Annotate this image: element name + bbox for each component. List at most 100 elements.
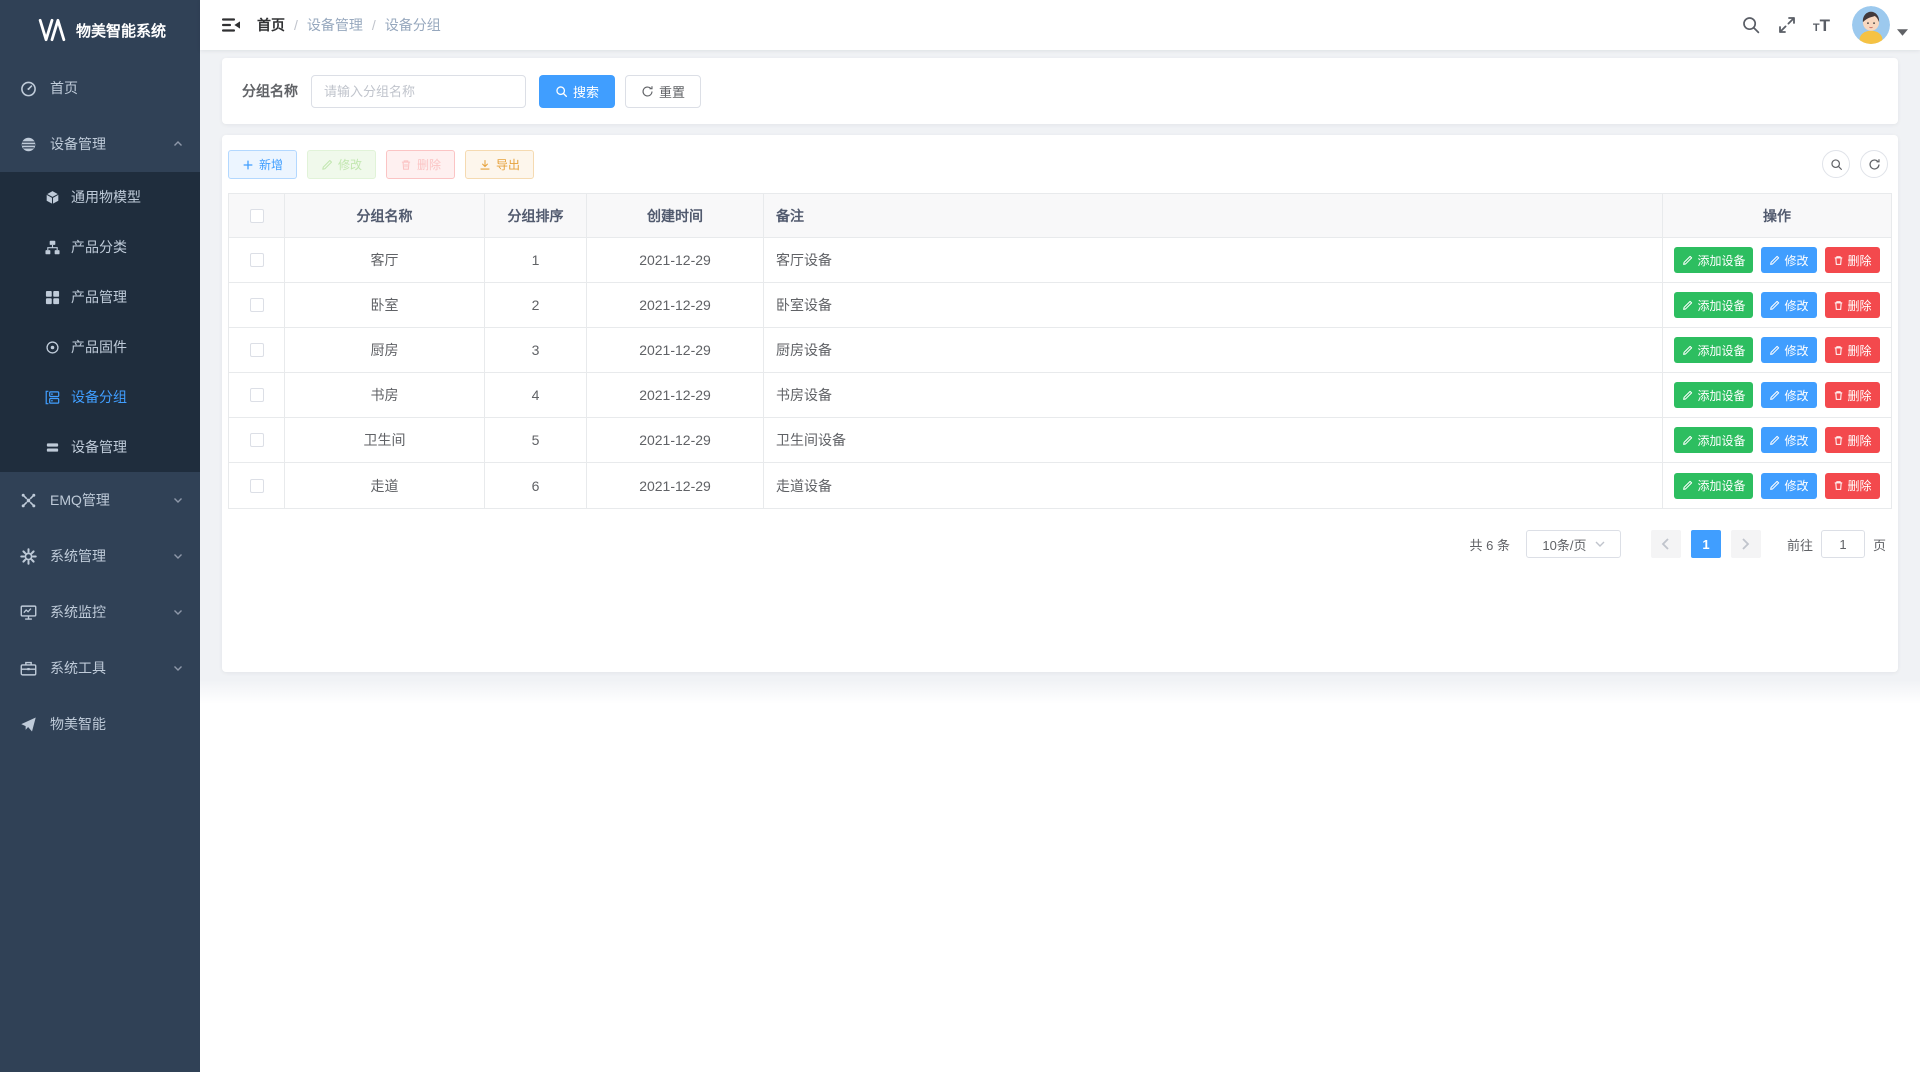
row-delete-button[interactable]: 删除 xyxy=(1825,382,1880,408)
sidebar-item-system-management[interactable]: 系统管理 xyxy=(0,528,200,584)
row-checkbox[interactable] xyxy=(250,433,264,447)
chevron-down-icon xyxy=(172,550,184,562)
add-device-label: 添加设备 xyxy=(1697,297,1745,314)
search-icon[interactable] xyxy=(1741,15,1761,35)
sidebar-item-system-tools[interactable]: 系统工具 xyxy=(0,640,200,696)
sidebar-item-emq-management[interactable]: EMQ管理 xyxy=(0,472,200,528)
add-button-label: 新增 xyxy=(259,156,283,173)
cell-group-order: 6 xyxy=(485,463,587,508)
sidebar-item-product-management[interactable]: 产品管理 xyxy=(0,272,200,322)
page-size-select[interactable]: 10条/页 xyxy=(1526,530,1621,558)
sidebar-item-label: 通用物模型 xyxy=(71,187,141,207)
goto-page-input[interactable] xyxy=(1821,530,1865,558)
sidebar-item-thing-model[interactable]: 通用物模型 xyxy=(0,172,200,222)
sidebar-item-label: 产品管理 xyxy=(71,287,127,307)
row-edit-button[interactable]: 修改 xyxy=(1761,292,1816,318)
toggle-search-button[interactable] xyxy=(1822,150,1850,178)
sidebar-item-product-category[interactable]: 产品分类 xyxy=(0,222,200,272)
row-checkbox[interactable] xyxy=(250,253,264,267)
sidebar-item-system-monitor[interactable]: 系统监控 xyxy=(0,584,200,640)
table-row: 卧室 2 2021-12-29 卧室设备 添加设备 修改 删除 xyxy=(229,283,1891,328)
row-delete-button[interactable]: 删除 xyxy=(1825,337,1880,363)
add-device-button[interactable]: 添加设备 xyxy=(1674,427,1753,453)
target-icon xyxy=(45,340,60,355)
row-edit-button[interactable]: 修改 xyxy=(1761,247,1816,273)
sidebar-item-home[interactable]: 首页 xyxy=(0,60,200,116)
row-checkbox[interactable] xyxy=(250,343,264,357)
page-number-1[interactable]: 1 xyxy=(1691,530,1721,558)
select-all-checkbox[interactable] xyxy=(250,209,264,223)
sidebar-item-label: 系统工具 xyxy=(50,658,106,678)
chevron-down-icon xyxy=(1595,541,1605,547)
row-delete-label: 删除 xyxy=(1848,477,1872,494)
sidebar-item-product-firmware[interactable]: 产品固件 xyxy=(0,322,200,372)
page-suffix-label: 页 xyxy=(1873,535,1886,554)
add-device-label: 添加设备 xyxy=(1697,342,1745,359)
delete-button[interactable]: 删除 xyxy=(386,150,455,179)
cell-remark: 走道设备 xyxy=(764,463,1663,508)
row-delete-button[interactable]: 删除 xyxy=(1825,292,1880,318)
row-delete-button[interactable]: 删除 xyxy=(1825,473,1880,499)
prev-page-button[interactable] xyxy=(1651,530,1681,558)
breadcrumb-device-management: 设备管理 xyxy=(307,15,363,35)
cell-actions: 添加设备 修改 删除 xyxy=(1663,328,1891,372)
cell-group-order: 1 xyxy=(485,238,587,282)
add-device-button[interactable]: 添加设备 xyxy=(1674,292,1753,318)
fullscreen-icon[interactable] xyxy=(1777,15,1797,35)
caret-down-icon[interactable] xyxy=(1897,29,1908,36)
reset-button[interactable]: 重置 xyxy=(625,75,701,108)
sidebar-item-device-management-sub[interactable]: 设备管理 xyxy=(0,422,200,472)
font-size-icon[interactable]: TT xyxy=(1813,17,1830,34)
row-delete-label: 删除 xyxy=(1848,342,1872,359)
cell-created-time: 2021-12-29 xyxy=(587,418,764,462)
sidebar: 物美智能系统 首页 设备管理 通用物模型 xyxy=(0,0,200,1072)
row-checkbox[interactable] xyxy=(250,298,264,312)
sitemap-icon xyxy=(45,240,60,255)
header-cell-remark: 备注 xyxy=(764,194,1663,237)
add-device-button[interactable]: 添加设备 xyxy=(1674,382,1753,408)
content-area: 分组名称 搜索 重置 新增 修改 xyxy=(200,50,1920,680)
row-edit-button[interactable]: 修改 xyxy=(1761,337,1816,363)
group-name-input[interactable] xyxy=(311,75,526,108)
row-checkbox[interactable] xyxy=(250,479,264,493)
row-checkbox[interactable] xyxy=(250,388,264,402)
sidebar-item-device-group[interactable]: 设备分组 xyxy=(0,372,200,422)
add-device-button[interactable]: 添加设备 xyxy=(1674,247,1753,273)
main-area: 首页 / 设备管理 / 设备分组 TT 分组名称 xyxy=(200,0,1920,1080)
add-device-button[interactable]: 添加设备 xyxy=(1674,473,1753,499)
row-edit-button[interactable]: 修改 xyxy=(1761,473,1816,499)
sidebar-item-label: 产品分类 xyxy=(71,237,127,257)
sidebar-item-label: 设备分组 xyxy=(71,387,127,407)
dashboard-icon xyxy=(20,80,37,97)
device-group-icon xyxy=(45,390,60,405)
cell-created-time: 2021-12-29 xyxy=(587,238,764,282)
row-edit-button[interactable]: 修改 xyxy=(1761,382,1816,408)
monitor-icon xyxy=(20,604,37,621)
toolbox-icon xyxy=(20,660,37,677)
breadcrumb-home[interactable]: 首页 xyxy=(257,15,285,35)
hamburger-icon[interactable] xyxy=(221,15,241,35)
row-delete-button[interactable]: 删除 xyxy=(1825,247,1880,273)
export-button[interactable]: 导出 xyxy=(465,150,534,179)
avatar[interactable] xyxy=(1852,6,1890,44)
sidebar-item-device-management[interactable]: 设备管理 xyxy=(0,116,200,172)
row-edit-button[interactable]: 修改 xyxy=(1761,427,1816,453)
refresh-button[interactable] xyxy=(1860,150,1888,178)
sidebar-item-wumei-smart[interactable]: 物美智能 xyxy=(0,696,200,752)
pagination-total: 共 6 条 xyxy=(1470,535,1510,554)
export-button-label: 导出 xyxy=(496,156,520,173)
chevron-up-icon xyxy=(172,138,184,150)
cell-actions: 添加设备 修改 删除 xyxy=(1663,238,1891,282)
add-device-button[interactable]: 添加设备 xyxy=(1674,337,1753,363)
cell-group-name: 卧室 xyxy=(285,283,485,327)
row-delete-button[interactable]: 删除 xyxy=(1825,427,1880,453)
table-row: 厨房 3 2021-12-29 厨房设备 添加设备 修改 删除 xyxy=(229,328,1891,373)
search-button-label: 搜索 xyxy=(573,82,599,101)
edit-button[interactable]: 修改 xyxy=(307,150,376,179)
search-button[interactable]: 搜索 xyxy=(539,75,615,108)
table-row: 卫生间 5 2021-12-29 卫生间设备 添加设备 修改 删除 xyxy=(229,418,1891,463)
next-page-button[interactable] xyxy=(1731,530,1761,558)
logo-row[interactable]: 物美智能系统 xyxy=(0,0,200,60)
header-cell-name: 分组名称 xyxy=(285,194,485,237)
add-button[interactable]: 新增 xyxy=(228,150,297,179)
